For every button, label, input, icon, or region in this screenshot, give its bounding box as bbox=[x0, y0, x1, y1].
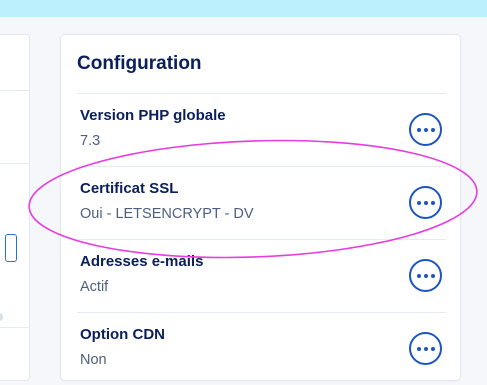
card-title: Configuration bbox=[77, 53, 202, 74]
more-horizontal-icon bbox=[416, 273, 435, 278]
left-panel-divider bbox=[0, 163, 29, 164]
config-row-email-addresses: Adresses e-mails Actif bbox=[61, 239, 460, 312]
left-panel-divider bbox=[0, 327, 29, 328]
row-label: Certificat SSL bbox=[80, 180, 179, 197]
row-divider bbox=[77, 166, 446, 167]
left-panel bbox=[0, 34, 30, 381]
row-value: Non bbox=[80, 352, 107, 368]
row-value: 7.3 bbox=[80, 133, 101, 149]
row-value: Actif bbox=[80, 279, 109, 295]
email-addresses-more-button[interactable] bbox=[409, 259, 442, 292]
row-divider bbox=[77, 93, 446, 94]
config-row-php-version: Version PHP globale 7.3 bbox=[61, 93, 460, 166]
config-row-ssl-certificate: Certificat SSL Oui - LETSENCRYPT - DV bbox=[61, 166, 460, 239]
left-panel-button[interactable] bbox=[5, 234, 17, 262]
more-horizontal-icon bbox=[416, 200, 435, 205]
configuration-card: Configuration Version PHP globale 7.3 Ce… bbox=[60, 34, 461, 381]
row-value: Oui - LETSENCRYPT - DV bbox=[80, 206, 254, 222]
top-banner bbox=[0, 0, 487, 17]
more-horizontal-icon bbox=[416, 127, 435, 132]
left-panel-toggle[interactable] bbox=[0, 313, 3, 321]
row-label: Adresses e-mails bbox=[80, 253, 204, 270]
ssl-certificate-more-button[interactable] bbox=[409, 186, 442, 219]
row-label: Option CDN bbox=[80, 326, 165, 343]
row-divider bbox=[77, 239, 446, 240]
cdn-option-more-button[interactable] bbox=[409, 332, 442, 365]
row-label: Version PHP globale bbox=[80, 107, 226, 124]
config-row-cdn-option: Option CDN Non bbox=[61, 312, 460, 385]
row-divider bbox=[77, 312, 446, 313]
more-horizontal-icon bbox=[416, 346, 435, 351]
left-panel-divider bbox=[0, 90, 29, 91]
php-version-more-button[interactable] bbox=[409, 113, 442, 146]
